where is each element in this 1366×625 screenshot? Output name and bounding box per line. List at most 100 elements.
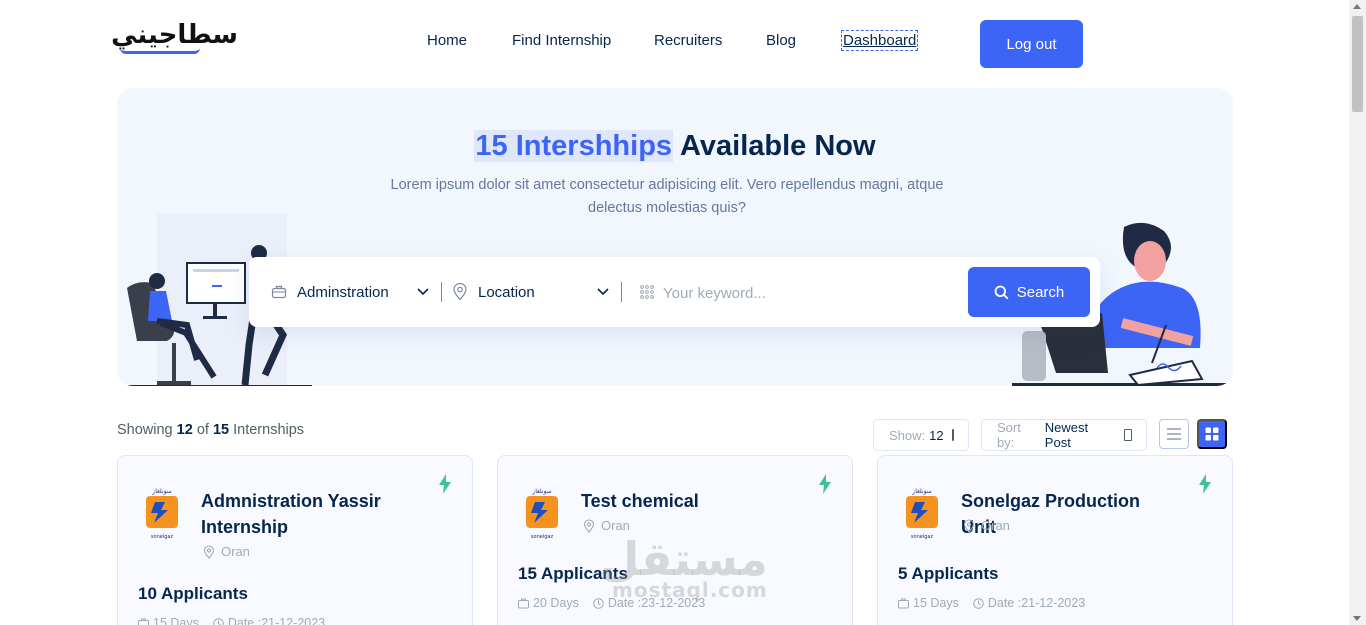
card-date: Date :23-12-2023: [593, 596, 705, 610]
card-meta: 20 Days Date :23-12-2023: [518, 596, 705, 610]
nav-recruiters[interactable]: Recruiters: [654, 32, 722, 49]
card-meta: 15 Days Date :21-12-2023: [898, 596, 1085, 610]
search-button-label: Search: [1016, 283, 1065, 301]
chevron-down-icon: [417, 288, 429, 296]
card-location: Oran: [963, 518, 1010, 533]
briefcase-icon: [518, 598, 529, 608]
show-count-select[interactable]: Show: 12: [873, 419, 969, 451]
card-date: Date :21-12-2023: [973, 596, 1085, 610]
location-pin-icon: [963, 518, 975, 533]
card-location: Oran: [583, 518, 630, 533]
card-duration: 15 Days: [138, 616, 199, 625]
dropdown-icon: [1124, 429, 1132, 441]
site-logo[interactable]: سطاجيني: [111, 20, 239, 64]
logout-button[interactable]: Log out: [980, 20, 1083, 68]
card-date-text: Date :21-12-2023: [987, 596, 1086, 610]
card-title[interactable]: Admnistration Yassir Internship: [201, 488, 411, 540]
card-duration-text: 15 Days: [153, 616, 199, 625]
scroll-up-arrow[interactable]: [1353, 4, 1361, 9]
location-pin-icon: [453, 283, 467, 301]
internship-card[interactable]: سونلغاز sonelgaz Sonelgaz Production Unit O…: [877, 455, 1233, 625]
keyword-input[interactable]: [663, 281, 953, 305]
list-icon: [1167, 428, 1181, 440]
grid-icon: [1205, 427, 1219, 441]
sort-label: Sort by:: [997, 420, 1021, 450]
card-location-text: Oran: [981, 518, 1010, 533]
lightning-icon: [1199, 474, 1211, 494]
card-location-text: Oran: [221, 544, 250, 559]
card-title[interactable]: Test chemical: [581, 488, 791, 514]
card-location: Oran: [203, 544, 250, 559]
scroll-thumb[interactable]: [1352, 16, 1363, 112]
clock-icon: [213, 617, 224, 625]
briefcase-icon: [138, 618, 149, 625]
company-logo[interactable]: سونلغاز sonelgaz: [902, 486, 942, 542]
logo-top-text: سونلغاز: [151, 488, 171, 495]
card-duration: 20 Days: [518, 596, 579, 610]
card-duration-text: 20 Days: [533, 596, 579, 610]
show-value: 12: [929, 427, 944, 443]
results-of: of: [196, 422, 209, 438]
category-value: Adminstration: [297, 283, 389, 301]
briefcase-icon: [271, 285, 287, 299]
logo-text: سطاجيني: [111, 20, 239, 50]
nav-home[interactable]: Home: [427, 32, 467, 49]
card-applicants: 15 Applicants: [518, 564, 628, 583]
lightning-icon: [819, 474, 831, 494]
card-date: Date :21-12-2023: [213, 616, 325, 625]
logo-top-text: سونلغاز: [531, 488, 551, 495]
nav-dashboard[interactable]: Dashboard: [840, 30, 919, 51]
card-applicants: 10 Applicants: [138, 584, 248, 603]
location-pin-icon: [203, 544, 215, 559]
results-prefix: Showing: [117, 422, 173, 438]
logo-bottom-text: sonelgaz: [911, 534, 934, 540]
category-select[interactable]: Adminstration: [271, 257, 431, 327]
search-button[interactable]: Search: [968, 267, 1090, 317]
card-location-text: Oran: [601, 518, 630, 533]
company-logo[interactable]: سونلغاز sonelgaz: [142, 486, 182, 542]
grid-view-button[interactable]: [1197, 419, 1227, 449]
clock-icon: [593, 597, 604, 609]
card-duration-text: 15 Days: [913, 596, 959, 610]
list-view-button[interactable]: [1159, 419, 1189, 449]
location-select[interactable]: Location: [452, 257, 612, 327]
hero-title-highlight: 15 Intershhips: [474, 130, 674, 162]
search-icon: [994, 285, 1009, 299]
nav-find-internship[interactable]: Find Internship: [512, 32, 611, 49]
logo-bottom-text: sonelgaz: [151, 534, 174, 540]
results-suffix: Internships: [233, 422, 305, 438]
chevron-down-icon: [597, 288, 609, 296]
location-pin-icon: [583, 518, 595, 533]
logo-top-text: سونلغاز: [911, 488, 931, 495]
results-shown: 12: [176, 422, 193, 438]
search-bar: Adminstration Location Search: [249, 257, 1100, 327]
internship-card[interactable]: سونلغاز sonelgaz Test chemical Oran 15 Appli…: [497, 455, 853, 625]
lightning-icon: [439, 474, 451, 494]
card-applicants: 5 Applicants: [898, 564, 999, 583]
dropdown-icon: [951, 429, 954, 441]
card-date-text: Date :23-12-2023: [607, 596, 706, 610]
nav-blog[interactable]: Blog: [766, 32, 796, 49]
page-scrollbar[interactable]: [1349, 0, 1366, 625]
company-logo[interactable]: سونلغاز sonelgaz: [522, 486, 562, 542]
clock-icon: [973, 597, 984, 609]
sort-value: Newest Post: [1044, 420, 1089, 450]
card-date-text: Date :21-12-2023: [227, 616, 326, 625]
results-total: 15: [212, 422, 230, 438]
keyword-grid-icon: [640, 285, 654, 299]
hero-banner: 15 Intershhips Available Now Lorem ipsum…: [117, 88, 1233, 386]
logo-bottom-text: sonelgaz: [531, 534, 554, 540]
card-duration: 15 Days: [898, 596, 959, 610]
results-count: Showing 12 of 15 Internships: [117, 422, 304, 438]
card-meta: 15 Days Date :21-12-2023: [138, 616, 325, 625]
scroll-down-arrow[interactable]: [1353, 616, 1361, 621]
hero-subtitle: Lorem ipsum dolor sit amet consectetur a…: [390, 177, 944, 216]
logo-swoosh: [120, 48, 200, 54]
sort-select[interactable]: Sort by: Newest Post: [981, 419, 1147, 451]
location-value: Location: [478, 283, 535, 301]
show-label: Show:: [889, 427, 926, 443]
hero-title: 15 Intershhips Available Now: [117, 130, 1233, 163]
internship-card[interactable]: سونلغاز sonelgaz Admnistration Yassir Inte…: [117, 455, 473, 625]
search-divider: [621, 282, 622, 302]
briefcase-icon: [898, 598, 909, 608]
